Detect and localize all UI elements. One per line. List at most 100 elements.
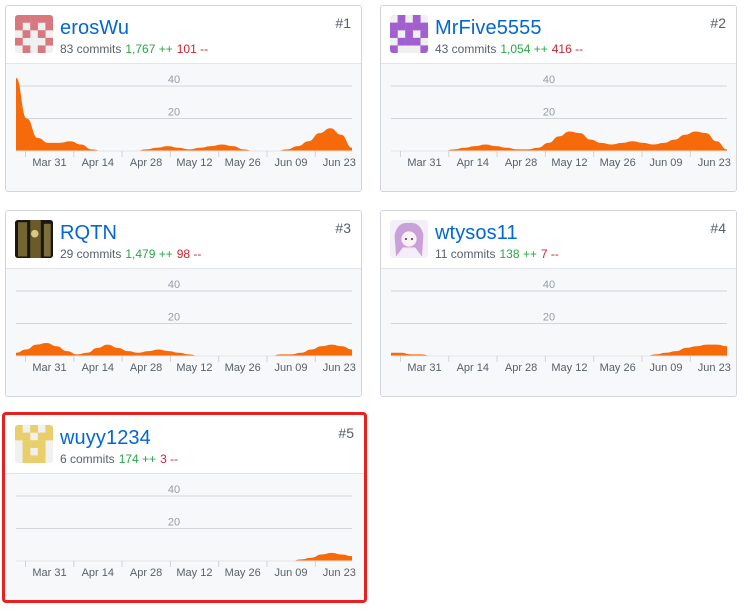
avatar[interactable] bbox=[15, 15, 53, 53]
deletions-count: 7 -- bbox=[540, 247, 559, 261]
contribution-area bbox=[391, 344, 727, 356]
avatar[interactable] bbox=[390, 15, 428, 53]
area-chart: 20 40 Mar 31 Apr 14 Apr 28 May 12 May 26 Jun 09… bbox=[16, 279, 356, 374]
x-tick-label: Apr 14 bbox=[82, 567, 114, 579]
y-tick-label: 40 bbox=[168, 484, 180, 496]
avatar[interactable] bbox=[15, 220, 53, 258]
card-header: MrFive5555 43 commits 1,054 ++ 416 -- #2 bbox=[381, 6, 736, 63]
username-link[interactable]: erosWu bbox=[60, 16, 129, 40]
x-tick-label: Mar 31 bbox=[32, 567, 66, 579]
x-tick-label: May 26 bbox=[225, 157, 261, 169]
deletions-count: 416 -- bbox=[551, 42, 584, 56]
contributor-card: RQTN 29 commits 1,479 ++ 98 -- #3 20 40 Mar … bbox=[5, 210, 362, 397]
card-header: wuyy1234 6 commits 174 ++ 3 -- #5 bbox=[6, 416, 364, 473]
x-tick-label: Apr 28 bbox=[505, 157, 537, 169]
contribution-area bbox=[16, 77, 352, 151]
x-tick-label: Jun 23 bbox=[698, 362, 731, 374]
y-tick-label: 20 bbox=[543, 107, 555, 119]
contribution-graph: 20 40 Mar 31 Apr 14 Apr 28 May 12 May 26 Jun 09… bbox=[381, 63, 736, 191]
photo-avatar bbox=[15, 220, 53, 258]
x-tick-label: Apr 28 bbox=[130, 157, 162, 169]
username-link[interactable]: RQTN bbox=[60, 221, 117, 245]
commit-count-link[interactable]: 29 commits bbox=[60, 247, 121, 261]
username-link[interactable]: wuyy1234 bbox=[60, 426, 151, 450]
commit-count-link[interactable]: 83 commits bbox=[60, 42, 121, 56]
area-chart: 20 40 Mar 31 Apr 14 Apr 28 May 12 May 26 Jun 09… bbox=[16, 74, 356, 169]
x-tick-label: May 26 bbox=[225, 362, 261, 374]
additions-count: 1,054 ++ bbox=[500, 42, 548, 56]
x-tick-label: Jun 09 bbox=[274, 157, 307, 169]
x-tick-label: May 26 bbox=[600, 157, 636, 169]
x-tick-label: Jun 09 bbox=[649, 362, 682, 374]
anime-avatar bbox=[390, 220, 428, 258]
area-chart: 20 40 Mar 31 Apr 14 Apr 28 May 12 May 26 Jun 09… bbox=[391, 74, 731, 169]
additions-count: 1,767 ++ bbox=[125, 42, 173, 56]
deletions-count: 3 -- bbox=[160, 452, 179, 466]
area-chart: 20 40 Mar 31 Apr 14 Apr 28 May 12 May 26 Jun 09… bbox=[16, 484, 356, 579]
contributor-card: wtysos11 11 commits 138 ++ 7 -- #4 20 40 Mar… bbox=[380, 210, 737, 397]
x-tick-label: Mar 31 bbox=[32, 362, 66, 374]
additions-count: 174 ++ bbox=[118, 452, 157, 466]
contribution-area bbox=[16, 552, 352, 561]
x-tick-label: Jun 23 bbox=[698, 157, 731, 169]
x-tick-label: Jun 09 bbox=[649, 157, 682, 169]
x-tick-label: Jun 09 bbox=[274, 567, 307, 579]
y-tick-label: 20 bbox=[168, 107, 180, 119]
x-tick-label: May 12 bbox=[176, 157, 212, 169]
x-tick-label: Apr 28 bbox=[505, 362, 537, 374]
x-tick-label: Apr 14 bbox=[82, 157, 114, 169]
card-header: erosWu 83 commits 1,767 ++ 101 -- #1 bbox=[6, 6, 361, 63]
x-tick-label: May 26 bbox=[225, 567, 261, 579]
x-tick-label: Apr 28 bbox=[130, 567, 162, 579]
contribution-area bbox=[391, 131, 727, 151]
x-tick-label: May 26 bbox=[600, 362, 636, 374]
username-link[interactable]: MrFive5555 bbox=[435, 16, 542, 40]
x-tick-label: Mar 31 bbox=[407, 157, 441, 169]
deletions-count: 98 -- bbox=[176, 247, 202, 261]
contributor-card: erosWu 83 commits 1,767 ++ 101 -- #1 20 40 M… bbox=[5, 5, 362, 192]
rank-label: #2 bbox=[710, 15, 726, 31]
rank-label: #4 bbox=[710, 220, 726, 236]
contributor-stats: 83 commits 1,767 ++ 101 -- bbox=[60, 41, 208, 57]
y-tick-label: 40 bbox=[543, 279, 555, 291]
contributor-stats: 43 commits 1,054 ++ 416 -- bbox=[435, 41, 583, 57]
additions-count: 1,479 ++ bbox=[125, 247, 173, 261]
rank-label: #5 bbox=[338, 425, 354, 441]
area-chart: 20 40 Mar 31 Apr 14 Apr 28 May 12 May 26 Jun 09… bbox=[391, 279, 731, 374]
contributor-stats: 11 commits 138 ++ 7 -- bbox=[435, 246, 559, 262]
contributor-card: MrFive5555 43 commits 1,054 ++ 416 -- #2 2… bbox=[380, 5, 737, 192]
x-tick-label: Jun 23 bbox=[323, 157, 356, 169]
x-tick-label: Jun 23 bbox=[323, 362, 356, 374]
x-tick-label: Mar 31 bbox=[407, 362, 441, 374]
contribution-graph: 20 40 Mar 31 Apr 14 Apr 28 May 12 May 26 Jun 09… bbox=[6, 473, 364, 600]
x-tick-label: Apr 14 bbox=[457, 362, 489, 374]
commit-count-link[interactable]: 11 commits bbox=[435, 247, 495, 261]
x-tick-label: Apr 28 bbox=[130, 362, 162, 374]
avatar[interactable] bbox=[390, 220, 428, 258]
commit-count-link[interactable]: 43 commits bbox=[435, 42, 496, 56]
x-tick-label: Apr 14 bbox=[82, 362, 114, 374]
x-tick-label: Jun 23 bbox=[323, 567, 356, 579]
contribution-area bbox=[16, 343, 352, 356]
card-header: RQTN 29 commits 1,479 ++ 98 -- #3 bbox=[6, 211, 361, 268]
additions-count: 138 ++ bbox=[499, 247, 537, 261]
commit-count-link[interactable]: 6 commits bbox=[60, 452, 115, 466]
avatar[interactable] bbox=[15, 425, 53, 463]
x-tick-label: May 12 bbox=[176, 362, 212, 374]
contribution-graph: 20 40 Mar 31 Apr 14 Apr 28 May 12 May 26 Jun 09… bbox=[381, 268, 736, 396]
x-tick-label: Apr 14 bbox=[457, 157, 489, 169]
contribution-graph: 20 40 Mar 31 Apr 14 Apr 28 May 12 May 26 Jun 09… bbox=[6, 268, 361, 396]
x-tick-label: Mar 31 bbox=[32, 157, 66, 169]
username-link[interactable]: wtysos11 bbox=[435, 221, 518, 245]
contributor-stats: 6 commits 174 ++ 3 -- bbox=[60, 451, 178, 467]
y-tick-label: 20 bbox=[168, 312, 180, 324]
identicon-avatar bbox=[15, 15, 53, 53]
contribution-graph: 20 40 Mar 31 Apr 14 Apr 28 May 12 May 26 Jun 09… bbox=[6, 63, 361, 191]
contributor-card: wuyy1234 6 commits 174 ++ 3 -- #5 20 40 Mar … bbox=[2, 412, 367, 603]
rank-label: #1 bbox=[335, 15, 351, 31]
y-tick-label: 40 bbox=[168, 74, 180, 86]
x-tick-label: Jun 09 bbox=[274, 362, 307, 374]
x-tick-label: May 12 bbox=[551, 362, 587, 374]
card-header: wtysos11 11 commits 138 ++ 7 -- #4 bbox=[381, 211, 736, 268]
x-tick-label: May 12 bbox=[551, 157, 587, 169]
